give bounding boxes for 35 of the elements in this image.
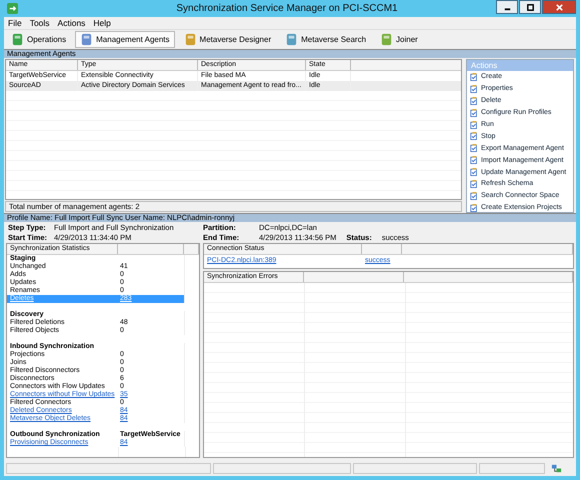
clipboard-icon xyxy=(470,84,478,93)
actions-header: Actions xyxy=(467,60,573,71)
clipboard-icon xyxy=(470,96,478,105)
app-icon xyxy=(7,3,18,14)
clipboard-icon xyxy=(470,120,478,128)
clipboard-icon xyxy=(470,144,478,152)
network-icon xyxy=(551,462,562,474)
menu-item[interactable]: File xyxy=(8,18,22,28)
toolbar-icon xyxy=(285,33,298,46)
window-title: Synchronization Service Manager on PCI-SCCM1 xyxy=(176,3,398,14)
toolbar-icon xyxy=(380,33,394,46)
minimize-button[interactable] xyxy=(496,0,518,14)
clipboard-icon xyxy=(470,156,478,164)
clipboard-icon xyxy=(470,180,478,188)
toolbar-button[interactable]: Management Agents xyxy=(75,31,175,48)
clipboard-icon xyxy=(470,192,478,200)
toolbar-icon xyxy=(184,33,197,46)
menu-item[interactable]: Help xyxy=(93,18,111,28)
toolbar-button[interactable]: Metaverse Designer xyxy=(178,31,276,48)
toolbar-button[interactable]: Joiner xyxy=(375,31,423,48)
clipboard-icon xyxy=(470,132,478,140)
close-icon xyxy=(554,2,564,12)
maximize-icon xyxy=(526,2,534,12)
toolbar-button[interactable]: Metaverse Search xyxy=(280,31,372,48)
menu-item[interactable]: Actions xyxy=(58,18,86,28)
close-button[interactable] xyxy=(542,0,576,14)
clipboard-icon xyxy=(470,72,478,81)
toolbar-button[interactable]: Operations xyxy=(6,31,72,48)
status-pane xyxy=(479,462,545,474)
menu-item[interactable]: Tools xyxy=(30,18,50,28)
maximize-button[interactable] xyxy=(519,0,541,14)
clipboard-icon xyxy=(470,168,478,176)
toolbar-icon xyxy=(11,33,24,46)
clipboard-icon xyxy=(470,108,478,117)
toolbar-icon xyxy=(80,33,94,46)
